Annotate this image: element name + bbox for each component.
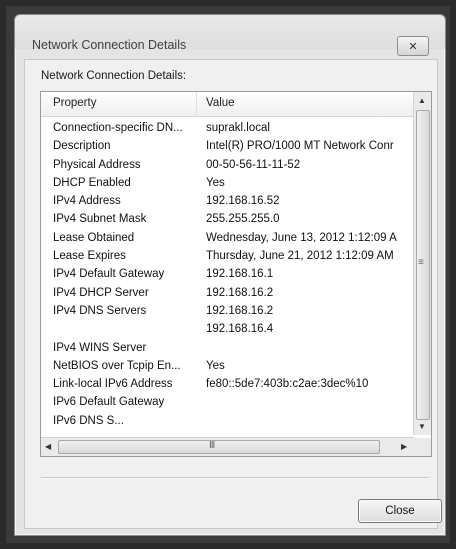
grip-icon: III [209, 440, 215, 451]
close-icon: ✕ [408, 40, 418, 53]
table-row[interactable]: IPv4 WINS Server [41, 340, 414, 358]
table-row[interactable]: DHCP Enabled Yes [41, 175, 414, 193]
divider [41, 477, 429, 479]
table-row[interactable]: 192.168.16.4 [41, 321, 414, 339]
scrollbar-corner [414, 438, 431, 456]
scroll-up-arrow-icon[interactable]: ▲ [418, 96, 426, 106]
value-cell: 00-50-56-11-11-52 [206, 158, 301, 171]
property-cell: NetBIOS over Tcpip En... [53, 359, 181, 372]
vertical-scroll-thumb[interactable]: ≡ [416, 110, 430, 420]
dialog-content: Network Connection Details: Property Val… [24, 59, 442, 529]
scroll-right-arrow-icon[interactable]: ▶ [401, 442, 407, 452]
property-cell: Description [53, 140, 111, 153]
title-close-button[interactable]: ✕ [397, 36, 429, 56]
horizontal-scroll-thumb[interactable]: III [58, 440, 380, 454]
property-cell: IPv6 DNS S... [53, 414, 124, 427]
table-row[interactable]: Physical Address 00-50-56-11-11-52 [41, 157, 414, 175]
details-listview[interactable]: Property Value Connection-specific DN...… [40, 91, 432, 457]
value-cell: 192.168.16.2 [206, 304, 274, 317]
close-button[interactable]: Close [358, 499, 442, 523]
value-cell: 192.168.16.52 [206, 195, 280, 208]
value-cell: Yes [206, 176, 225, 189]
value-cell: 192.168.16.1 [206, 268, 274, 281]
table-row[interactable]: IPv6 DNS S... [41, 413, 414, 431]
value-cell: Wednesday, June 13, 2012 1:12:09 A [206, 231, 397, 244]
value-cell: 192.168.16.2 [206, 286, 274, 299]
property-cell: IPv4 Address [53, 195, 121, 208]
column-header-value[interactable]: Value [206, 97, 235, 109]
property-cell: DHCP Enabled [53, 176, 131, 189]
table-row[interactable]: IPv4 DNS Servers 192.168.16.2 [41, 303, 414, 321]
dialog-window: Network Connection Details ✕ Network Con… [14, 14, 446, 536]
property-cell: IPv4 DNS Servers [53, 304, 147, 317]
table-row[interactable]: Link-local IPv6 Address fe80::5de7:403b:c… [41, 376, 414, 394]
property-cell: Physical Address [53, 158, 141, 171]
property-cell: IPv4 WINS Server [53, 341, 147, 354]
grip-icon: ≡ [418, 257, 424, 268]
value-cell: suprakl.local [206, 122, 270, 134]
table-row[interactable]: Connection-specific DN... suprakl.local [41, 120, 414, 138]
table-row[interactable]: IPv4 Address 192.168.16.52 [41, 193, 414, 211]
table-row[interactable]: IPv6 Default Gateway [41, 394, 414, 412]
window-title: Network Connection Details [32, 38, 187, 52]
table-row[interactable]: Lease Obtained Wednesday, June 13, 2012 1… [41, 230, 414, 248]
column-divider[interactable] [196, 92, 197, 116]
value-cell: fe80::5de7:403b:c2ae:3dec%10 [206, 378, 369, 391]
table-row[interactable]: IPv4 Subnet Mask 255.255.255.0 [41, 211, 414, 229]
property-cell: Lease Expires [53, 250, 126, 263]
value-cell: Intel(R) PRO/1000 MT Network Conr [206, 140, 394, 153]
title-bar: Network Connection Details ✕ [15, 15, 445, 56]
property-cell: Link-local IPv6 Address [53, 378, 173, 391]
section-label: Network Connection Details: [41, 70, 187, 82]
scroll-left-arrow-icon[interactable]: ◀ [45, 442, 51, 452]
vertical-scrollbar[interactable]: ▲ ≡ ▼ [413, 92, 431, 435]
list-header: Property Value [41, 92, 414, 117]
table-row[interactable]: Lease Expires Thursday, June 21, 2012 1:1… [41, 248, 414, 266]
table-row[interactable]: NetBIOS over Tcpip En... Yes [41, 358, 414, 376]
column-header-property[interactable]: Property [53, 97, 96, 109]
list-rows: Connection-specific DN... suprakl.local D… [41, 120, 414, 434]
value-cell: 255.255.255.0 [206, 213, 280, 226]
value-cell: Thursday, June 21, 2012 1:12:09 AM [206, 250, 394, 263]
property-cell: Lease Obtained [53, 231, 135, 244]
table-row[interactable]: Description Intel(R) PRO/1000 MT Network … [41, 138, 414, 156]
table-row[interactable]: IPv4 DHCP Server 192.168.16.2 [41, 285, 414, 303]
value-cell: 192.168.16.4 [206, 323, 274, 336]
horizontal-scrollbar[interactable]: ◀ III ▶ [41, 437, 414, 456]
property-cell: IPv4 DHCP Server [53, 286, 149, 299]
property-cell: IPv6 Default Gateway [53, 396, 165, 409]
property-cell: IPv4 Default Gateway [53, 268, 165, 281]
table-row[interactable]: IPv4 Default Gateway 192.168.16.1 [41, 266, 414, 284]
scroll-down-arrow-icon[interactable]: ▼ [418, 422, 426, 432]
property-cell: Connection-specific DN... [53, 122, 183, 134]
property-cell: IPv4 Subnet Mask [53, 213, 147, 226]
value-cell: Yes [206, 359, 225, 372]
